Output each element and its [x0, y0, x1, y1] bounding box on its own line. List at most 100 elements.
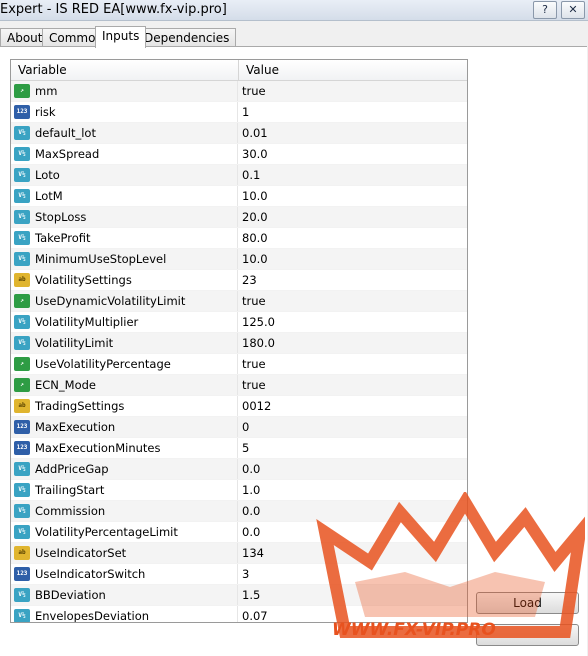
value-cell[interactable]: 0 — [238, 417, 467, 437]
variable-name: EnvelopesDeviation — [35, 609, 150, 623]
double-icon: V½ — [14, 189, 30, 203]
table-row[interactable]: V½ TakeProfit 80.0 — [11, 228, 467, 249]
value-cell[interactable]: 80.0 — [238, 228, 467, 248]
table-row[interactable]: ↗ UseVolatilityPercentage true — [11, 354, 467, 375]
variable-cell: 123 UseIndicatorSwitch — [11, 564, 238, 584]
table-row[interactable]: 123 MaxExecution 0 — [11, 417, 467, 438]
table-row[interactable]: V½ LotM 10.0 — [11, 186, 467, 207]
value-cell[interactable]: 0.0 — [238, 459, 467, 479]
variable-name: TakeProfit — [35, 231, 91, 245]
variable-cell: 123 risk — [11, 102, 238, 122]
value-cell[interactable]: true — [238, 291, 467, 311]
variable-cell: ↗ mm — [11, 81, 238, 101]
int-icon: 123 — [14, 441, 30, 455]
variable-name: StopLoss — [35, 210, 87, 224]
title-bar: Expert - IS RED EA[www.fx-vip.pro] ? ✕ — [0, 0, 588, 21]
table-row[interactable]: 123 risk 1 — [11, 102, 467, 123]
variable-cell: ↗ UseDynamicVolatilityLimit — [11, 291, 238, 311]
value-cell[interactable]: 0.0 — [238, 501, 467, 521]
table-row[interactable]: V½ AddPriceGap 0.0 — [11, 459, 467, 480]
table-row[interactable]: V½ StopLoss 20.0 — [11, 207, 467, 228]
tab-inputs[interactable]: Inputs — [95, 26, 147, 48]
value-cell[interactable]: 0.01 — [238, 123, 467, 143]
double-icon: V½ — [14, 525, 30, 539]
table-row[interactable]: V½ VolatilityLimit 180.0 — [11, 333, 467, 354]
table-row[interactable]: V½ Loto 0.1 — [11, 165, 467, 186]
value-cell[interactable]: 23 — [238, 270, 467, 290]
table-row[interactable]: 123 UseIndicatorSwitch 3 — [11, 564, 467, 585]
value-cell[interactable]: 0.1 — [238, 165, 467, 185]
table-row[interactable]: ab VolatilitySettings 23 — [11, 270, 467, 291]
value-cell[interactable]: 3 — [238, 564, 467, 584]
load-button[interactable]: Load — [476, 592, 579, 614]
value-cell[interactable]: 1.5 — [238, 585, 467, 605]
int-icon: 123 — [14, 105, 30, 119]
value-cell[interactable]: 10.0 — [238, 249, 467, 269]
value-cell[interactable]: 30.0 — [238, 144, 467, 164]
variable-cell: V½ TrailingStart — [11, 480, 238, 500]
double-icon: V½ — [14, 126, 30, 140]
value-cell[interactable]: 125.0 — [238, 312, 467, 332]
table-row[interactable]: V½ TrailingStart 1.0 — [11, 480, 467, 501]
variable-name: AddPriceGap — [35, 462, 109, 476]
variable-name: VolatilityMultiplier — [35, 315, 139, 329]
value-cell[interactable]: 10.0 — [238, 186, 467, 206]
variable-cell: V½ MaxSpread — [11, 144, 238, 164]
variable-cell: V½ AddPriceGap — [11, 459, 238, 479]
variable-name: VolatilityLimit — [35, 336, 114, 350]
table-row[interactable]: V½ MaxSpread 30.0 — [11, 144, 467, 165]
table-row[interactable]: 123 MaxExecutionMinutes 5 — [11, 438, 467, 459]
variable-cell: V½ BBDeviation — [11, 585, 238, 605]
grid-header: Variable Value — [11, 60, 467, 81]
double-icon: V½ — [14, 609, 30, 622]
value-cell[interactable]: true — [238, 354, 467, 374]
variable-name: Loto — [35, 168, 60, 182]
close-button[interactable]: ✕ — [561, 1, 585, 19]
variable-cell: V½ default_lot — [11, 123, 238, 143]
value-cell[interactable]: 0012 — [238, 396, 467, 416]
value-cell[interactable]: 1.0 — [238, 480, 467, 500]
bool-icon: ↗ — [14, 357, 30, 371]
value-cell[interactable]: 1 — [238, 102, 467, 122]
variable-cell: V½ VolatilityMultiplier — [11, 312, 238, 332]
inputs-grid[interactable]: Variable Value ↗ mm true 123 risk 1 V½ default_… — [10, 59, 468, 623]
value-cell[interactable]: 134 — [238, 543, 467, 563]
value-cell[interactable]: true — [238, 81, 467, 101]
string-icon: ab — [14, 546, 30, 560]
variable-name: VolatilitySettings — [35, 273, 132, 287]
table-row[interactable]: ↗ UseDynamicVolatilityLimit true — [11, 291, 467, 312]
table-row[interactable]: ↗ ECN_Mode true — [11, 375, 467, 396]
table-row[interactable]: V½ Commission 0.0 — [11, 501, 467, 522]
double-icon: V½ — [14, 483, 30, 497]
table-row[interactable]: V½ VolatilityPercentageLimit 0.0 — [11, 522, 467, 543]
value-cell[interactable]: 5 — [238, 438, 467, 458]
variable-cell: V½ StopLoss — [11, 207, 238, 227]
tab-dependencies[interactable]: Dependencies — [137, 28, 237, 47]
double-icon: V½ — [14, 231, 30, 245]
value-cell[interactable]: 20.0 — [238, 207, 467, 227]
variable-cell: V½ EnvelopesDeviation — [11, 606, 238, 623]
help-button[interactable]: ? — [533, 1, 557, 19]
variable-name: risk — [35, 105, 56, 119]
table-row[interactable]: ab TradingSettings 0012 — [11, 396, 467, 417]
variable-cell: ab VolatilitySettings — [11, 270, 238, 290]
variable-name: default_lot — [35, 126, 96, 140]
table-row[interactable]: V½ MinimumUseStopLevel 10.0 — [11, 249, 467, 270]
column-header-variable[interactable]: Variable — [11, 60, 239, 80]
value-cell[interactable]: true — [238, 375, 467, 395]
variable-cell: V½ MinimumUseStopLevel — [11, 249, 238, 269]
value-cell[interactable]: 0.0 — [238, 522, 467, 542]
variable-cell: ab UseIndicatorSet — [11, 543, 238, 563]
table-row[interactable]: ab UseIndicatorSet 134 — [11, 543, 467, 564]
bool-icon: ↗ — [14, 84, 30, 98]
double-icon: V½ — [14, 504, 30, 518]
variable-cell: V½ LotM — [11, 186, 238, 206]
table-row[interactable]: V½ BBDeviation 1.5 — [11, 585, 467, 606]
value-cell[interactable]: 180.0 — [238, 333, 467, 353]
grid-rows: ↗ mm true 123 risk 1 V½ default_lot 0.01 V½ MaxSpr… — [11, 81, 467, 623]
table-row[interactable]: V½ VolatilityMultiplier 125.0 — [11, 312, 467, 333]
table-row[interactable]: V½ default_lot 0.01 — [11, 123, 467, 144]
int-icon: 123 — [14, 567, 30, 581]
table-row[interactable]: ↗ mm true — [11, 81, 467, 102]
column-header-value[interactable]: Value — [239, 60, 467, 80]
